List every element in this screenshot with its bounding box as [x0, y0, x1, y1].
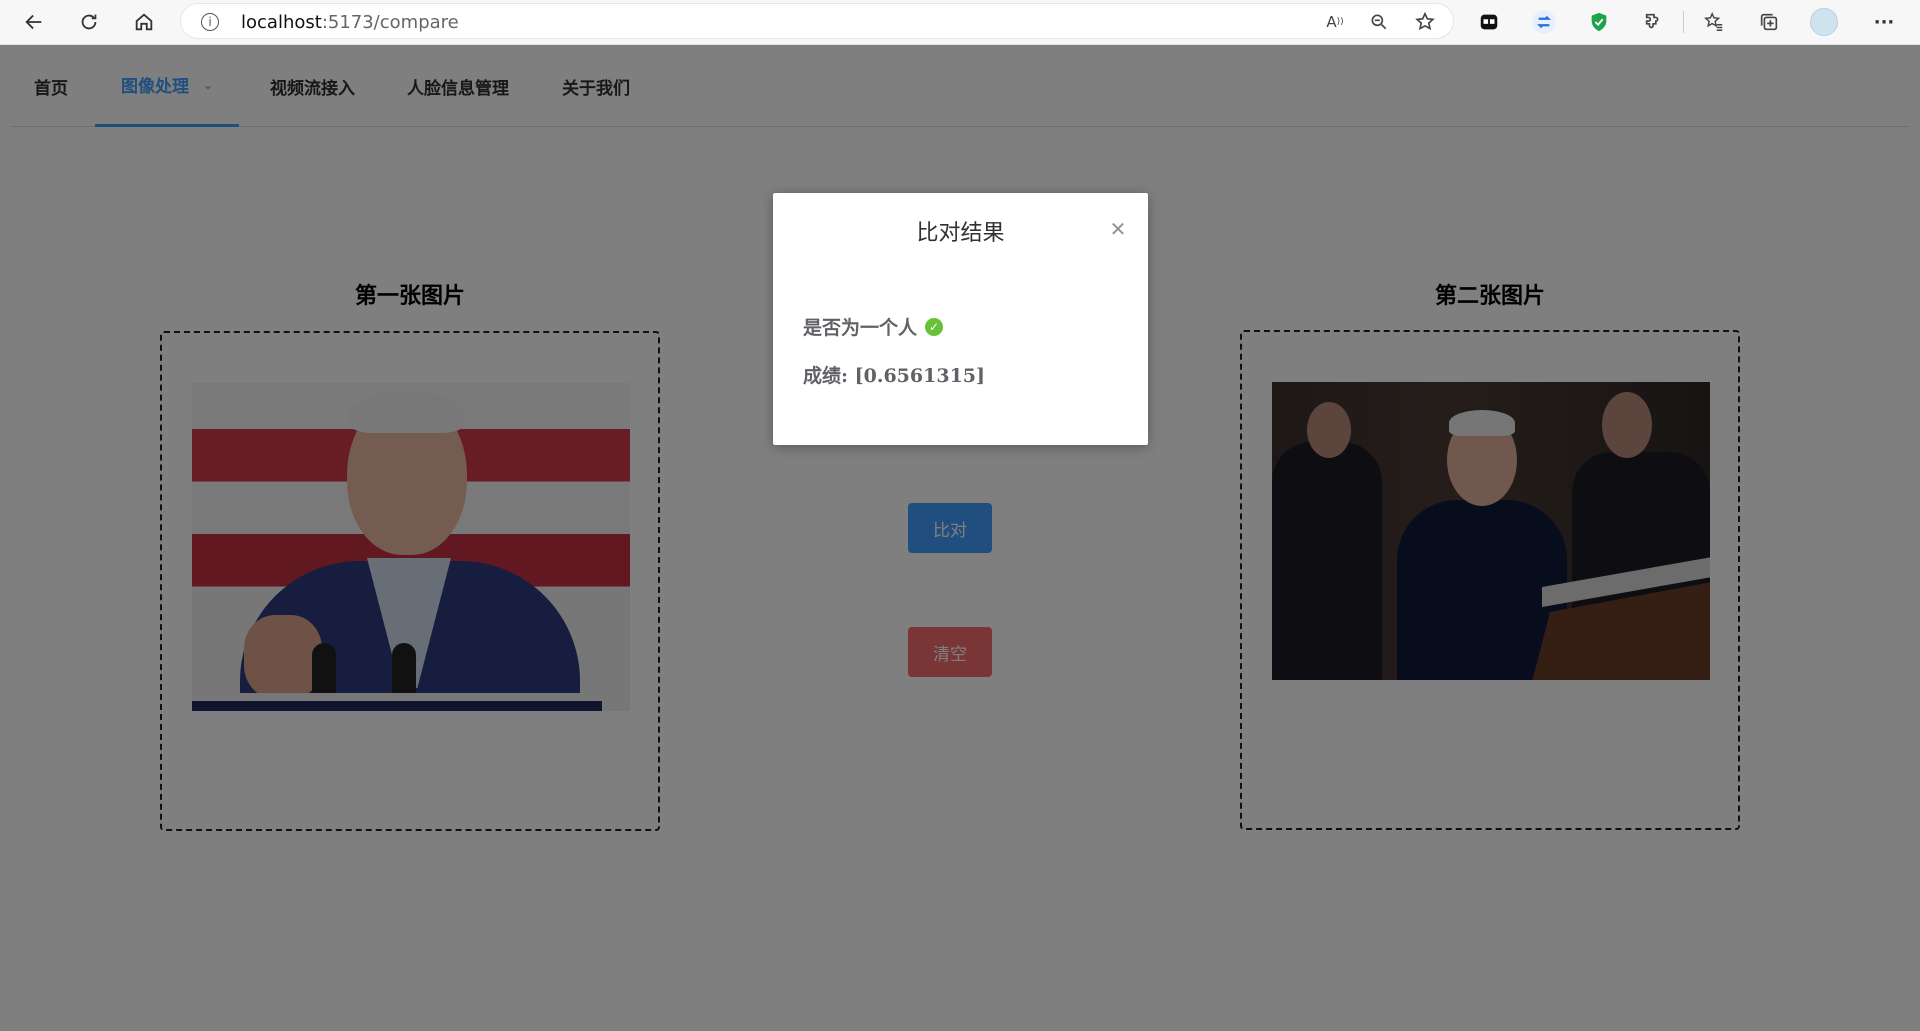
address-bar[interactable]: i localhost:5173/compare A)): [180, 3, 1454, 39]
dialog-title: 比对结果: [916, 221, 1005, 246]
shield-icon[interactable]: [1585, 8, 1613, 36]
home-icon[interactable]: [128, 6, 160, 38]
same-person-result: 是否为一个人 ✓: [803, 313, 944, 340]
back-icon[interactable]: [18, 6, 50, 38]
check-circle-icon: ✓: [925, 317, 944, 336]
result-dialog: 比对结果 ✕ 是否为一个人 ✓ 成绩: [0.6561315]: [773, 193, 1148, 445]
add-favorite-icon[interactable]: [1413, 11, 1437, 33]
extension-icon[interactable]: [1475, 8, 1503, 36]
score-result: 成绩: [0.6561315]: [803, 361, 985, 388]
same-person-label: 是否为一个人: [803, 317, 918, 339]
extensions-puzzle-icon[interactable]: [1640, 8, 1668, 36]
close-icon[interactable]: ✕: [1106, 217, 1130, 241]
url-text: localhost:5173/compare: [241, 12, 459, 33]
toolbar-divider: [1683, 11, 1684, 33]
favorites-icon[interactable]: [1700, 8, 1728, 36]
read-aloud-icon[interactable]: A)): [1323, 11, 1347, 33]
browser-toolbar: i localhost:5173/compare A)) ···: [0, 0, 1920, 45]
zoom-out-icon[interactable]: [1367, 11, 1391, 33]
score-value: [0.6561315]: [854, 365, 985, 387]
collections-icon[interactable]: [1755, 8, 1783, 36]
profile-avatar[interactable]: [1810, 8, 1838, 36]
score-label: 成绩:: [803, 365, 849, 387]
refresh-icon[interactable]: [73, 6, 105, 38]
sync-extension-icon[interactable]: [1530, 8, 1558, 36]
site-info-icon[interactable]: i: [201, 13, 219, 31]
more-options-icon[interactable]: ···: [1870, 8, 1898, 36]
